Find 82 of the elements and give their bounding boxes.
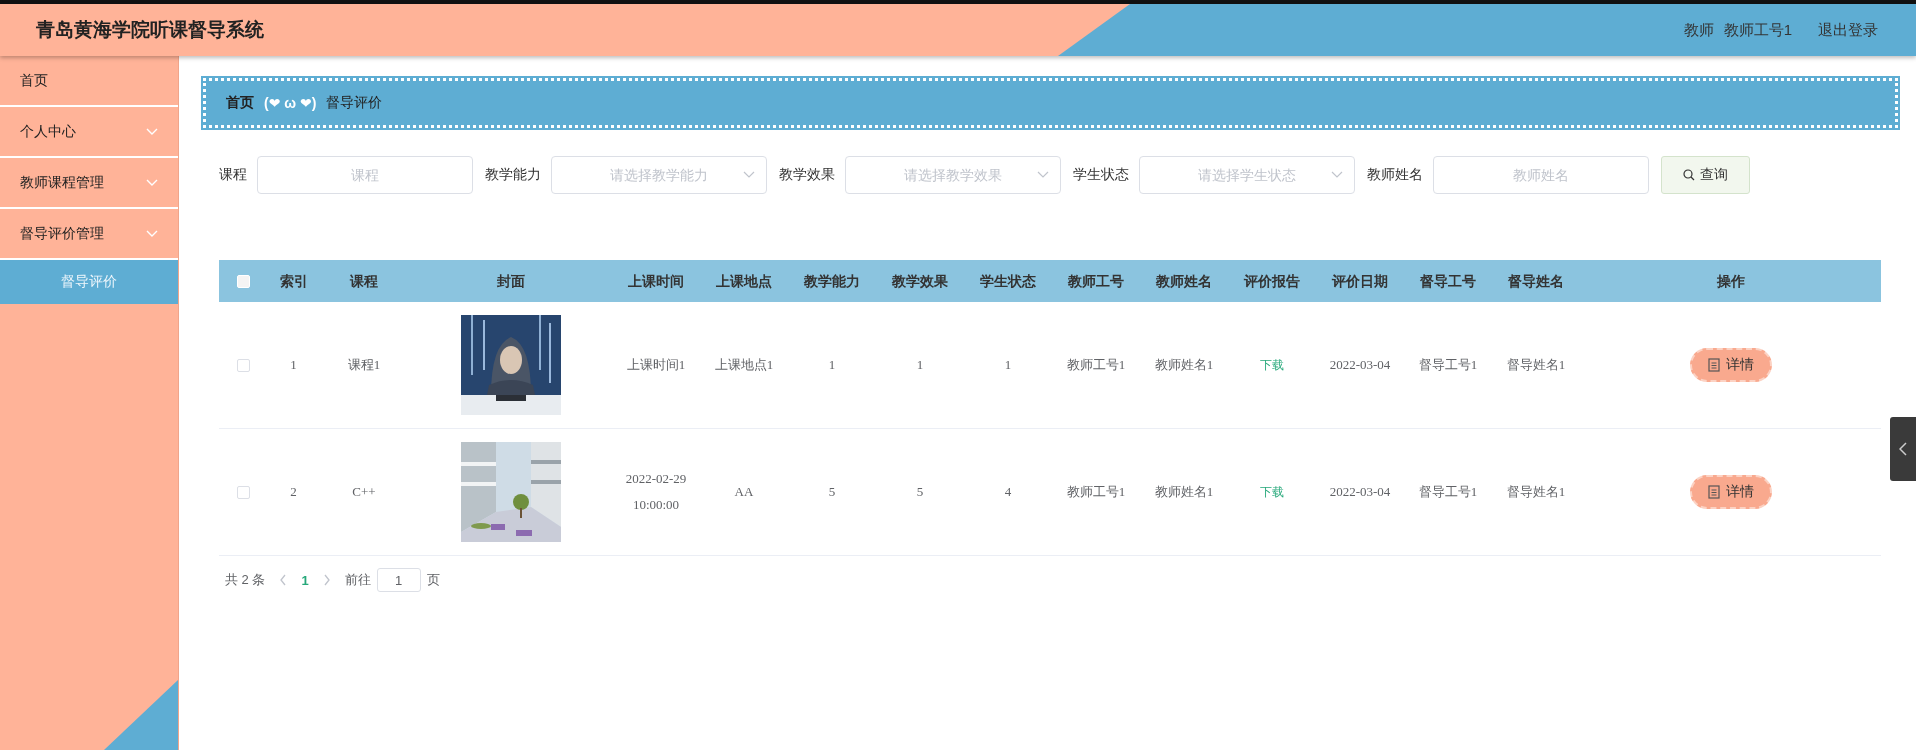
column-header: 评价日期 — [1332, 272, 1388, 291]
table-cell-text: AA — [734, 483, 754, 501]
chevron-down-icon — [1331, 171, 1343, 179]
chevron-down-icon — [146, 178, 158, 187]
input-field[interactable]: 课程 — [257, 156, 473, 194]
table-cell-text: 5 — [916, 483, 924, 501]
page-suffix: 页 — [426, 571, 440, 589]
chevron-down-icon — [146, 229, 158, 238]
column-header: 教学效果 — [892, 272, 948, 291]
chevron-right-icon[interactable] — [322, 574, 331, 586]
column-header: 督导姓名 — [1508, 272, 1564, 291]
table-cell-text: 1 — [828, 356, 836, 374]
column-header: 上课地点 — [716, 272, 772, 291]
column-header: 课程 — [350, 272, 378, 291]
filter-label: 教学效果 — [779, 166, 835, 184]
column-header: 教师姓名 — [1156, 272, 1212, 291]
column-header: 教师工号 — [1068, 272, 1124, 291]
column-header: 操作 — [1716, 272, 1745, 291]
filter-label: 学生状态 — [1073, 166, 1129, 184]
table-cell-text: 督导姓名1 — [1506, 356, 1566, 374]
document-icon — [1707, 485, 1720, 499]
table-cell-text: 教师工号1 — [1066, 356, 1126, 374]
chevron-down-icon — [146, 127, 158, 136]
table-cell-text: C++ — [352, 483, 376, 501]
table-cell-text: 1 — [916, 356, 924, 374]
table-cell-text: 1 — [290, 356, 297, 374]
select-field[interactable]: 请选择教学效果 — [845, 156, 1061, 194]
search-icon — [1683, 169, 1695, 181]
breadcrumb-home[interactable]: 首页 — [226, 94, 254, 112]
table-cell-text: 1 — [1004, 356, 1012, 374]
column-header: 督导工号 — [1420, 272, 1476, 291]
chevron-down-icon — [743, 171, 755, 179]
column-header: 评价报告 — [1244, 272, 1300, 291]
table-cell-text: 课程1 — [347, 356, 381, 374]
row-checkbox[interactable] — [237, 358, 250, 372]
total-count: 共 2 条 — [225, 571, 266, 589]
filter-label: 课程 — [219, 166, 247, 184]
sidebar-item[interactable]: 教师课程管理 — [0, 158, 178, 209]
column-header: 索引 — [279, 272, 308, 291]
table-cell-text: 5 — [828, 483, 836, 501]
select-field[interactable]: 请选择学生状态 — [1139, 156, 1355, 194]
input-field[interactable]: 教师姓名 — [1433, 156, 1649, 194]
select-all-checkbox[interactable] — [237, 274, 250, 288]
table-cell-text: 教师姓名1 — [1154, 483, 1214, 501]
column-header: 上课时间 — [628, 272, 684, 291]
logout-link[interactable]: 退出登录 — [1818, 20, 1878, 40]
details-button[interactable]: 详情 — [1689, 475, 1772, 509]
sidebar-item[interactable]: 首页 — [0, 56, 178, 107]
breadcrumb-current: 督导评价 — [326, 94, 383, 112]
table-cell-text: 2022-03-04 — [1329, 483, 1391, 501]
page-input[interactable]: 1 — [376, 568, 421, 592]
filter-label: 教学能力 — [485, 166, 541, 184]
column-header: 封面 — [496, 272, 525, 291]
goto-label: 前往 — [344, 571, 371, 589]
table-cell-text: 督导姓名1 — [1506, 483, 1566, 501]
drawer-toggle[interactable] — [1890, 417, 1916, 481]
chevron-left-icon — [1899, 442, 1907, 456]
filter-label: 教师姓名 — [1367, 166, 1423, 184]
search-button[interactable]: 查询 — [1661, 156, 1750, 194]
table-cell-text: 督导工号1 — [1418, 356, 1478, 374]
sidebar-item[interactable]: 个人中心 — [0, 107, 178, 158]
table-cell-text: 教师工号1 — [1066, 483, 1126, 501]
table-cell-text: 4 — [1004, 483, 1012, 501]
app-title: 青岛黄海学院听课督导系统 — [36, 18, 264, 42]
details-button[interactable]: 详情 — [1689, 348, 1772, 382]
table-cell-text: 上课时间1 — [626, 356, 686, 374]
user-role: 教师 — [1683, 20, 1714, 40]
table-cell-text: 督导工号1 — [1418, 483, 1478, 501]
column-header: 教学能力 — [804, 272, 860, 291]
user-name: 教师工号1 — [1723, 20, 1792, 40]
column-header: 学生状态 — [980, 272, 1036, 291]
table-cell-text: 2022-03-04 — [1329, 356, 1391, 374]
select-field[interactable]: 请选择教学能力 — [551, 156, 767, 194]
document-icon — [1707, 358, 1720, 372]
breadcrumb-separator: (❤ ω ❤) — [264, 95, 317, 111]
chevron-down-icon — [1037, 171, 1049, 179]
table-cell-text: 上课地点1 — [714, 356, 774, 374]
table-cell-text: 2022-02-29 10:00:00 — [624, 470, 688, 514]
row-checkbox[interactable] — [237, 485, 250, 499]
chevron-left-icon[interactable] — [279, 574, 288, 586]
table-cell-text: 教师姓名1 — [1154, 356, 1214, 374]
table-cell-text: 2 — [290, 483, 297, 501]
